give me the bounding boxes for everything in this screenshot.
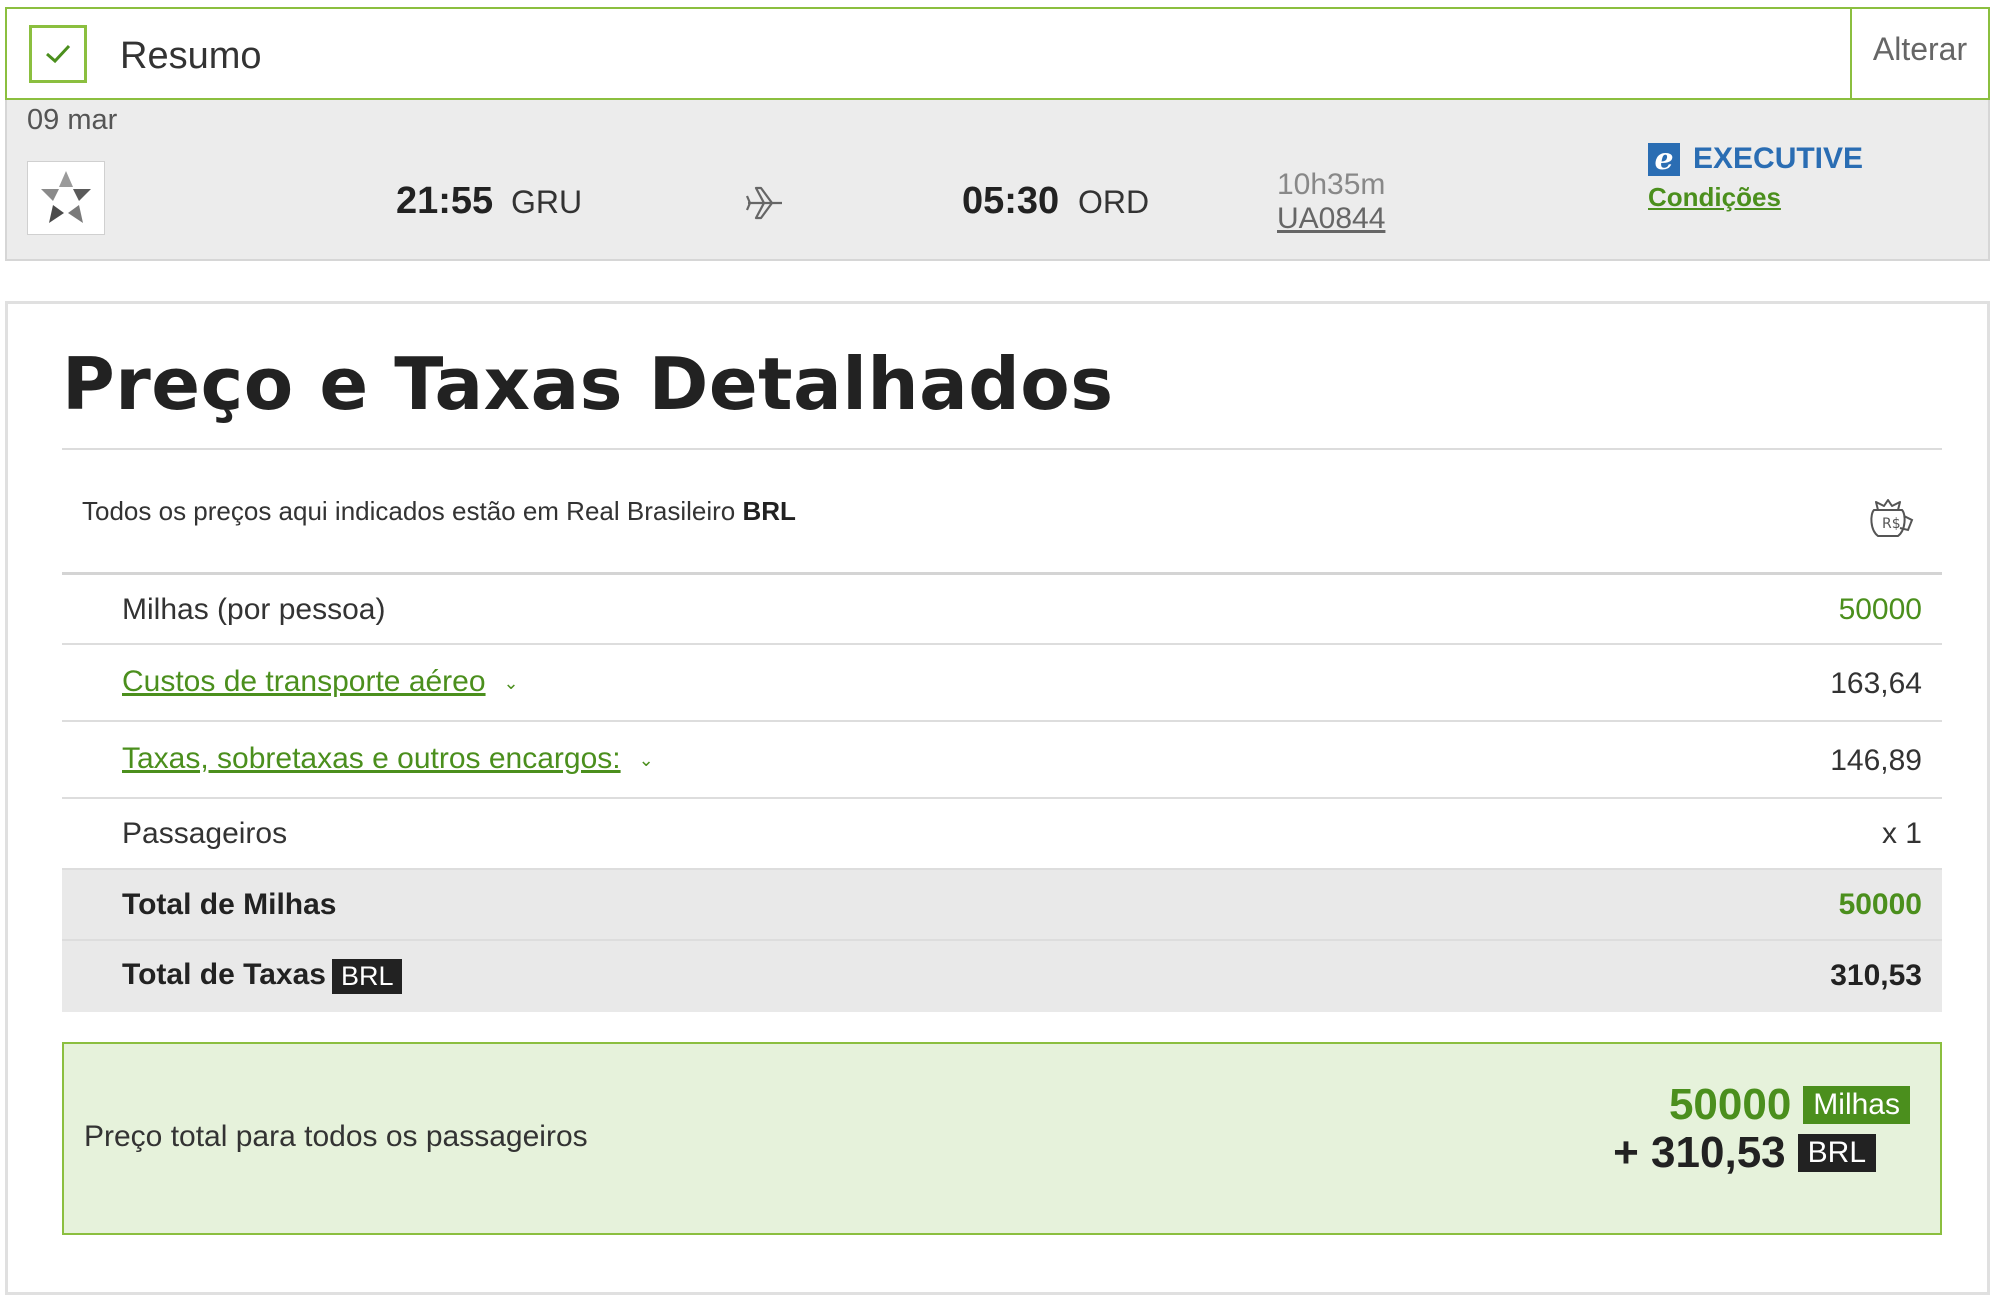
- row-label: Passageiros: [122, 817, 288, 850]
- grand-total-miles-value: 50000: [1668, 1080, 1792, 1129]
- grand-total-money: + 310,53 BRL: [1613, 1128, 1876, 1178]
- row-label: Total de Taxas: [122, 958, 326, 991]
- currency-badge: BRL: [331, 958, 403, 994]
- summary-title: Resumo: [120, 35, 262, 77]
- departure-time: 21:55: [396, 180, 494, 222]
- taxes-surcharges-link[interactable]: Taxas, sobretaxas e outros encargos:: [122, 742, 621, 775]
- row-label-wrap: Custos de transporte aéreo ⌄: [122, 665, 519, 699]
- arrival-time: 05:30: [962, 180, 1060, 222]
- row-value: 146,89: [1830, 744, 1922, 777]
- grand-total-label: Preço total para todos os passageiros: [84, 1120, 588, 1153]
- star-alliance-logo-icon: [27, 161, 105, 235]
- divider: [62, 448, 1942, 450]
- row-value: 50000: [1838, 593, 1922, 626]
- airplane-icon: [742, 180, 788, 231]
- row-label-wrap: Total de Taxas BRL: [122, 958, 403, 994]
- taxes-surcharges-row[interactable]: Taxas, sobretaxas e outros encargos: ⌄ 14…: [62, 722, 1942, 799]
- row-value: 310,53: [1830, 959, 1922, 992]
- row-value: 50000: [1838, 888, 1922, 921]
- svg-text:R$: R$: [1882, 516, 1901, 532]
- row-value: x 1: [1881, 817, 1922, 850]
- currency-note: Todos os preços aqui indicados estão em …: [82, 496, 796, 527]
- price-details-card: Preço e Taxas Detalhados Todos os preços…: [5, 301, 1990, 1295]
- flight-date: 09 mar: [27, 104, 118, 136]
- flight-number-link[interactable]: UA0844: [1277, 202, 1385, 236]
- total-taxes-row: Total de Taxas BRL 310,53: [62, 941, 1942, 1012]
- check-icon: [29, 25, 87, 83]
- cabin-class: EXECUTIVE: [1693, 142, 1864, 175]
- air-transport-costs-link[interactable]: Custos de transporte aéreo: [122, 665, 486, 698]
- grand-total-box: Preço total para todos os passageiros 50…: [62, 1042, 1942, 1235]
- departure-airport: GRU: [511, 184, 583, 220]
- currency-code: BRL: [742, 496, 796, 526]
- flight-duration: 10h35m: [1277, 168, 1386, 201]
- row-label: Milhas (por pessoa): [122, 593, 386, 626]
- chevron-down-icon[interactable]: ⌄: [639, 750, 654, 771]
- miles-badge: Milhas: [1803, 1086, 1910, 1124]
- arrival-airport: ORD: [1078, 184, 1150, 220]
- conditions-link[interactable]: Condições: [1648, 182, 1781, 213]
- chevron-down-icon[interactable]: ⌄: [504, 673, 519, 694]
- miles-per-person-row: Milhas (por pessoa) 50000: [62, 575, 1942, 645]
- page-title: Preço e Taxas Detalhados: [62, 342, 1114, 426]
- currency-note-text: Todos os preços aqui indicados estão em …: [82, 496, 736, 526]
- currency-badge: BRL: [1797, 1134, 1876, 1172]
- passengers-row: Passageiros x 1: [62, 799, 1942, 870]
- grand-total-money-value: + 310,53: [1613, 1128, 1786, 1177]
- summary-header: Resumo Alterar: [5, 7, 1990, 100]
- total-miles-row: Total de Milhas 50000: [62, 870, 1942, 941]
- flight-segment: 09 mar 21:55 GRU 05:30 ORD 10h35m UA0844…: [5, 100, 1990, 261]
- row-value: 163,64: [1830, 667, 1922, 700]
- executive-cabin-icon: e: [1648, 143, 1680, 176]
- air-transport-costs-row[interactable]: Custos de transporte aéreo ⌄ 163,64: [62, 645, 1942, 722]
- row-label-wrap: Taxas, sobretaxas e outros encargos: ⌄: [122, 742, 654, 776]
- grand-total-miles: 50000 Milhas: [1669, 1080, 1910, 1130]
- change-button[interactable]: Alterar: [1850, 9, 1988, 98]
- row-label: Total de Milhas: [122, 888, 337, 921]
- money-bag-icon: R$: [1864, 494, 1916, 547]
